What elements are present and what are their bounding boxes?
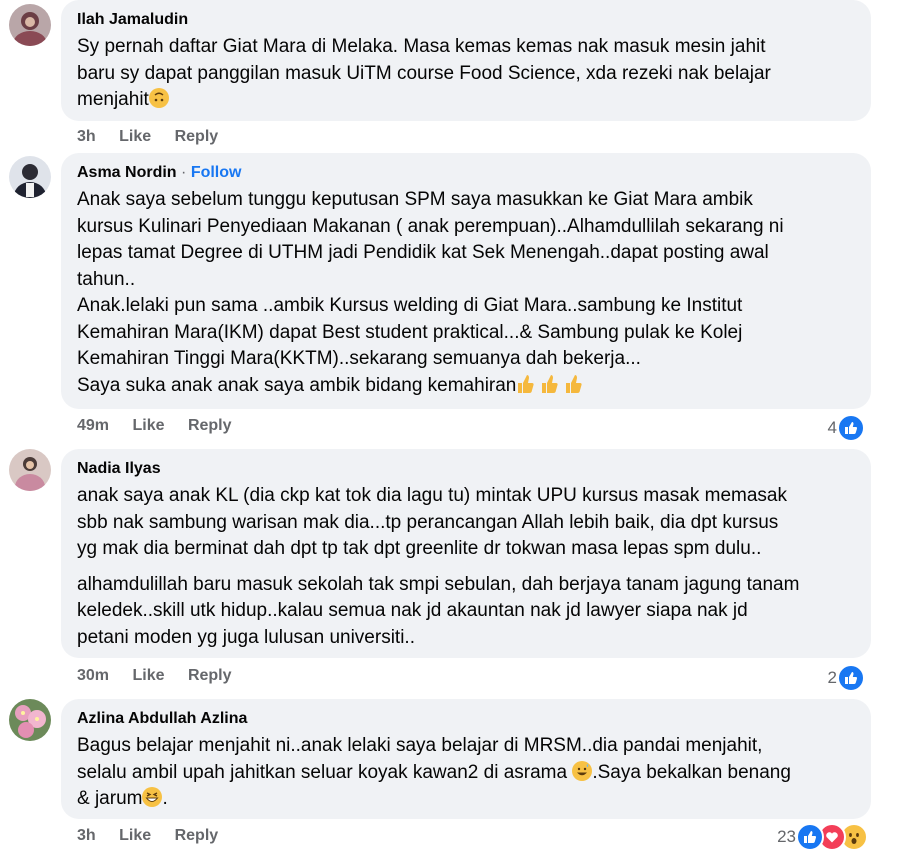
like-button[interactable]: Like bbox=[119, 128, 151, 145]
comment-bubble: Nadia Ilyas anak saya anak KL (dia ckp k… bbox=[61, 449, 871, 658]
comment-bubble: Azlina Abdullah Azlina Bagus belajar men… bbox=[61, 699, 871, 819]
avatar[interactable] bbox=[9, 699, 51, 741]
avatar[interactable] bbox=[9, 156, 51, 198]
follow-button[interactable]: Follow bbox=[191, 164, 242, 181]
reply-button[interactable]: Reply bbox=[188, 667, 232, 684]
comment-bubble: Ilah Jamaludin Sy pernah daftar Giat Mar… bbox=[61, 0, 871, 121]
like-button[interactable]: Like bbox=[132, 417, 164, 434]
reply-button[interactable]: Reply bbox=[175, 827, 219, 844]
avatar[interactable] bbox=[9, 449, 51, 491]
comment-text: Anak saya sebelum tunggu keputusan SPM s… bbox=[77, 189, 784, 396]
comment-text: Sy pernah daftar Giat Mara di Melaka. Ma… bbox=[77, 36, 771, 110]
comment-bubble: Asma Nordin · Follow Anak saya sebelum t… bbox=[61, 153, 871, 409]
reaction-count: 2 bbox=[827, 668, 837, 687]
like-reaction-icon bbox=[837, 414, 865, 442]
commenter-name[interactable]: Asma Nordin bbox=[77, 164, 177, 181]
like-reaction-icon bbox=[796, 823, 824, 851]
like-button[interactable]: Like bbox=[132, 667, 164, 684]
upside-down-face-icon bbox=[148, 88, 169, 108]
commenter-name[interactable]: Azlina Abdullah Azlina bbox=[77, 709, 855, 729]
comment-text: anak saya anak KL (dia ckp kat tok dia l… bbox=[77, 485, 800, 648]
avatar[interactable] bbox=[9, 4, 51, 46]
comment-actions: 3h Like Reply bbox=[77, 827, 237, 845]
reactions-summary[interactable]: 23 bbox=[777, 823, 868, 851]
comment-time[interactable]: 3h bbox=[77, 827, 96, 844]
reaction-count: 4 bbox=[827, 418, 837, 437]
comment-actions: 49m Like Reply bbox=[77, 417, 251, 435]
comment-actions: 3h Like Reply bbox=[77, 128, 237, 146]
reactions-summary[interactable]: 2 bbox=[828, 664, 865, 692]
commenter-name[interactable]: Nadia Ilyas bbox=[77, 459, 855, 479]
reactions-summary[interactable]: 4 bbox=[828, 414, 865, 442]
commenter-name[interactable]: Ilah Jamaludin bbox=[77, 10, 855, 30]
reply-button[interactable]: Reply bbox=[188, 417, 232, 434]
reply-button[interactable]: Reply bbox=[175, 128, 219, 145]
grinning-squinting-face-icon bbox=[142, 787, 163, 807]
comment-actions: 30m Like Reply bbox=[77, 667, 251, 685]
comment-text: Bagus belajar menjahit ni..anak lelaki s… bbox=[77, 735, 791, 809]
thumbs-up-emoji-icon bbox=[516, 374, 582, 396]
comment-time[interactable]: 3h bbox=[77, 128, 96, 145]
like-button[interactable]: Like bbox=[119, 827, 151, 844]
like-reaction-icon bbox=[837, 664, 865, 692]
reaction-count: 23 bbox=[777, 827, 796, 846]
grinning-sweat-face-icon bbox=[572, 760, 593, 781]
comment-time[interactable]: 30m bbox=[77, 667, 109, 684]
comment-time[interactable]: 49m bbox=[77, 417, 109, 434]
